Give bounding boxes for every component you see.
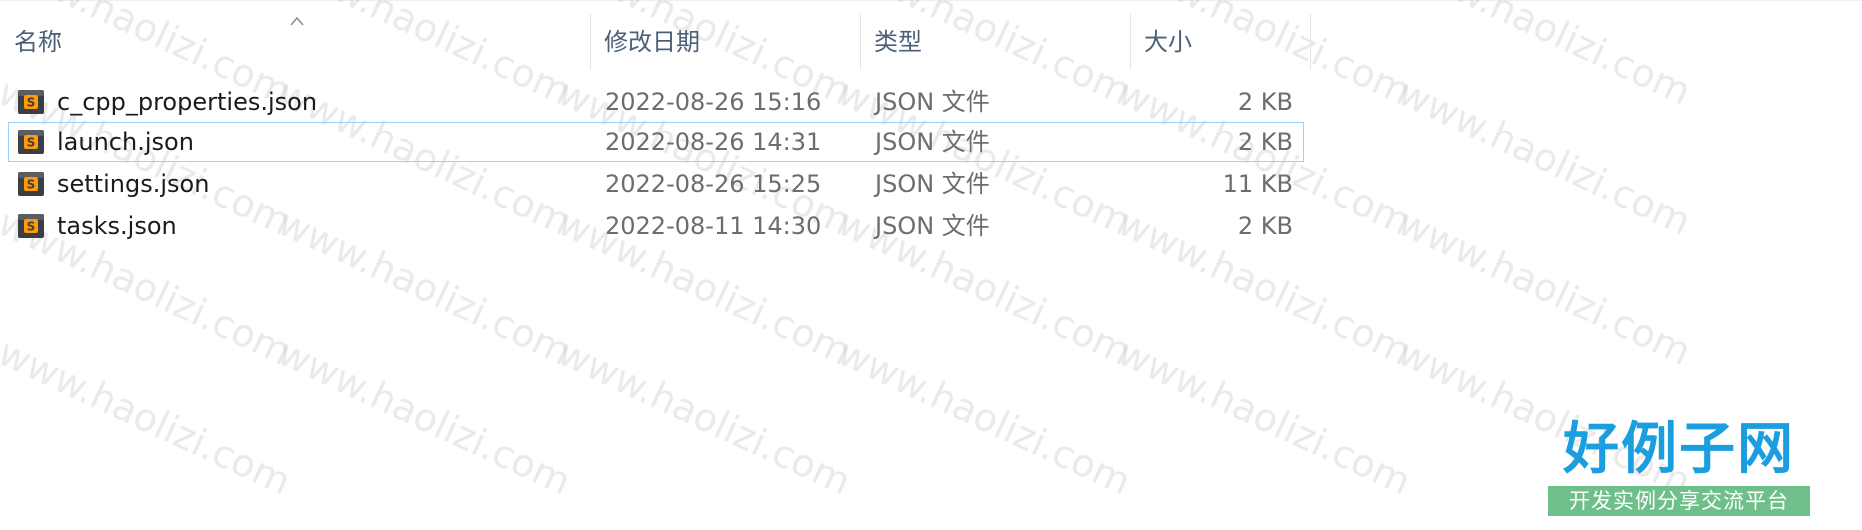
file-modified: 2022-08-11 14:30 — [605, 212, 822, 240]
watermark-text: www.haolizi.com — [1391, 70, 1698, 244]
file-name[interactable]: settings.json — [57, 165, 209, 203]
svg-text:S: S — [27, 220, 36, 234]
sublime-text-file-icon: S — [18, 172, 44, 196]
file-row[interactable]: S tasks.json 2022-08-11 14:30 JSON 文件 2 … — [8, 206, 1304, 246]
watermark-text: www.haolizi.com — [0, 330, 298, 504]
file-size: 2 KB — [1237, 88, 1293, 116]
top-divider — [0, 0, 1862, 1]
sublime-text-file-icon: S — [18, 130, 44, 154]
watermark-text: www.haolizi.com — [1111, 330, 1418, 504]
column-header-modified[interactable]: 修改日期 — [590, 14, 860, 70]
file-modified: 2022-08-26 14:31 — [605, 128, 822, 156]
watermark-text: www.haolizi.com — [831, 330, 1138, 504]
file-type: JSON 文件 — [875, 212, 990, 240]
file-type: JSON 文件 — [875, 128, 990, 156]
column-header-name[interactable]: 名称 — [0, 14, 590, 70]
file-size: 2 KB — [1237, 128, 1293, 156]
svg-text:S: S — [27, 96, 36, 110]
logo-title: 好例子网 — [1563, 416, 1795, 482]
sublime-text-file-icon: S — [18, 214, 44, 238]
file-name[interactable]: launch.json — [57, 123, 194, 161]
column-header-size[interactable]: 大小 — [1130, 14, 1310, 70]
file-row[interactable]: S settings.json 2022-08-26 15:25 JSON 文件… — [8, 164, 1304, 204]
file-modified: 2022-08-26 15:25 — [605, 170, 822, 198]
svg-text:S: S — [27, 178, 36, 192]
site-logo: 好例子网 开发实例分享交流平台 — [1548, 418, 1810, 518]
column-divider[interactable] — [1310, 14, 1311, 70]
file-modified: 2022-08-26 15:16 — [605, 88, 822, 116]
file-size: 11 KB — [1222, 170, 1293, 198]
watermark-text: www.haolizi.com — [1391, 200, 1698, 374]
file-row[interactable]: S c_cpp_properties.json 2022-08-26 15:16… — [8, 82, 1304, 122]
file-type: JSON 文件 — [875, 170, 990, 198]
watermark-text: www.haolizi.com — [271, 330, 578, 504]
file-name[interactable]: c_cpp_properties.json — [57, 83, 317, 121]
column-header: 名称 修改日期 类型 大小 — [0, 14, 1312, 70]
file-type: JSON 文件 — [875, 88, 990, 116]
sublime-text-file-icon: S — [18, 90, 44, 114]
column-header-type[interactable]: 类型 — [860, 14, 1130, 70]
file-size: 2 KB — [1237, 212, 1293, 240]
file-row-selected[interactable]: S launch.json 2022-08-26 14:31 JSON 文件 2… — [8, 122, 1304, 162]
file-name[interactable]: tasks.json — [57, 207, 177, 245]
logo-subtitle: 开发实例分享交流平台 — [1548, 486, 1810, 516]
watermark-text: www.haolizi.com — [1391, 0, 1698, 114]
svg-text:S: S — [27, 136, 36, 150]
watermark-text: www.haolizi.com — [551, 330, 858, 504]
